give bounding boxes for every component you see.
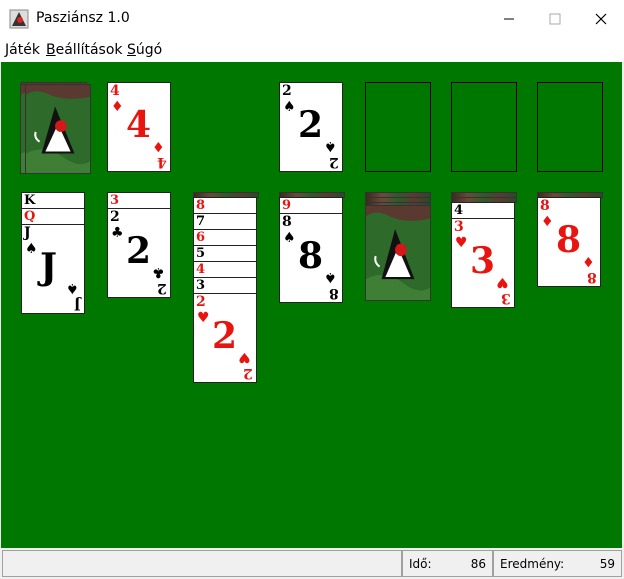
foundation-card[interactable]: 2 ♠ 2 2 ♠ (279, 82, 343, 172)
card-rank: 4 (454, 203, 464, 218)
foundation-slot[interactable] (451, 82, 517, 172)
foundation-slot[interactable] (537, 82, 603, 172)
game-table: 4 ♦ 4 4 ♦ 2 ♠ 2 2 ♠ K Q J ♠ J J ♠ 3 2 ♣ 2 2 ♣ 8 7 6 5 4 3 2 ♥ 2 2 ♥ 9 8 ♠ 8 8 ♠… (1, 62, 622, 548)
close-icon (595, 13, 607, 25)
tableau-top-card[interactable]: J ♠ J J ♠ (21, 224, 85, 314)
title-bar: Pasziánsz 1.0 (0, 0, 624, 38)
tableau-top-card[interactable]: 2 ♥ 2 2 ♥ (193, 293, 257, 383)
suit-icon: ♠ (283, 99, 296, 115)
card-rank: 3 (196, 278, 206, 293)
card-rank: 3 (110, 193, 120, 208)
suit-icon: ♥ (455, 235, 468, 251)
card-center-rank: 2 (126, 230, 152, 272)
status-bar: Idő: 86 Eredmény: 59 (0, 548, 624, 579)
card-center-rank: 8 (556, 219, 582, 261)
suit-icon-rotated: ♣ (152, 264, 165, 280)
card-rank: 6 (196, 230, 206, 245)
time-label: Idő: (409, 557, 432, 571)
tableau-top-card[interactable]: 8 ♠ 8 8 ♠ (279, 213, 343, 303)
card-rank-rotated: 2 (157, 280, 167, 296)
tableau-card-strip[interactable]: 8 (193, 197, 257, 214)
stock-card-back[interactable] (25, 84, 91, 174)
suit-icon-rotated: ♦ (152, 138, 165, 154)
card-rank-rotated: 2 (243, 365, 253, 381)
tableau-card-strip[interactable]: Q (21, 208, 85, 225)
close-button[interactable] (578, 0, 624, 38)
suit-icon-rotated: ♠ (66, 280, 79, 296)
card-rank: K (24, 193, 36, 208)
maximize-icon (549, 13, 561, 25)
suit-icon-rotated: ♠ (324, 138, 337, 154)
card-rank-rotated: J (74, 296, 81, 312)
maximize-button[interactable] (532, 0, 578, 38)
suit-icon: ♠ (283, 230, 296, 246)
tableau-card-back[interactable] (365, 205, 431, 301)
card-center-rank: 3 (470, 240, 496, 282)
tableau-card-strip[interactable]: 4 (193, 261, 257, 278)
suit-icon: ♣ (111, 225, 124, 241)
minimize-button[interactable] (486, 0, 532, 38)
card-rank: 8 (196, 198, 206, 213)
tableau-top-card[interactable]: 2 ♣ 2 2 ♣ (107, 208, 171, 298)
card-center-rank: 2 (298, 104, 324, 146)
tableau-card-strip[interactable]: 6 (193, 229, 257, 246)
suit-icon-rotated: ♥ (496, 274, 509, 290)
card-rank-rotated: 8 (329, 285, 339, 301)
card-rank: 8 (282, 214, 292, 230)
menu-item-help[interactable]: Súgó (127, 42, 162, 58)
card-rank: 2 (196, 294, 206, 310)
score-cell: Eredmény: 59 (493, 550, 622, 577)
card-center-rank: J (40, 246, 58, 288)
card-rank-rotated: 2 (329, 154, 339, 170)
suit-icon: ♦ (111, 99, 124, 115)
tableau-card-strip[interactable]: K (21, 192, 85, 209)
time-cell: Idő: 86 (402, 550, 493, 577)
suit-icon: ♦ (541, 214, 554, 230)
card-rank-rotated: 4 (157, 154, 167, 170)
card-rank-rotated: 8 (587, 269, 597, 285)
card-rank: 8 (540, 198, 550, 214)
suit-icon: ♠ (25, 241, 38, 257)
card-center-rank: 2 (212, 315, 238, 357)
foundation-slot[interactable] (365, 82, 431, 172)
tableau-card-strip[interactable]: 9 (279, 197, 343, 214)
card-rank: 2 (282, 83, 292, 99)
tableau-card-strip[interactable]: 5 (193, 245, 257, 262)
app-icon (9, 9, 29, 29)
suit-icon: ♥ (197, 310, 210, 326)
suit-icon-rotated: ♠ (324, 269, 337, 285)
time-value: 86 (470, 557, 486, 571)
card-rank: Q (24, 209, 36, 224)
waste-card[interactable]: 4 ♦ 4 4 ♦ (107, 82, 171, 172)
card-rank: 2 (110, 209, 120, 225)
tableau-card-strip[interactable]: 3 (107, 192, 171, 209)
window-title: Pasziánsz 1.0 (36, 10, 130, 26)
menu-item-settings[interactable]: Beállítások (46, 42, 123, 58)
card-rank: 5 (196, 246, 206, 261)
card-rank: 9 (282, 198, 292, 213)
suit-icon-rotated: ♥ (238, 349, 251, 365)
suit-icon-rotated: ♦ (582, 253, 595, 269)
tableau-card-strip[interactable]: 7 (193, 213, 257, 230)
minimize-icon (504, 18, 514, 20)
card-rank: 4 (110, 83, 120, 99)
duke-mascot-icon (26, 85, 90, 173)
menu-bar: Játék Beállítások Súgó (0, 38, 624, 62)
tableau-card-strip[interactable]: 4 (451, 202, 515, 219)
score-value: 59 (599, 557, 615, 571)
status-message-cell (2, 550, 402, 577)
card-rank: 4 (196, 262, 206, 277)
card-center-rank: 8 (298, 235, 324, 277)
card-rank: 3 (454, 219, 464, 235)
card-center-rank: 4 (126, 104, 152, 146)
tableau-top-card[interactable]: 8 ♦ 8 8 ♦ (537, 197, 601, 287)
tableau-top-card[interactable]: 3 ♥ 3 3 ♥ (451, 218, 515, 308)
duke-mascot-icon (366, 206, 430, 300)
score-label: Eredmény: (500, 557, 565, 571)
card-rank-rotated: 3 (501, 290, 511, 306)
card-rank: J (24, 225, 31, 241)
card-rank: 7 (196, 214, 206, 229)
tableau-card-strip[interactable]: 3 (193, 277, 257, 294)
menu-item-game[interactable]: Játék (5, 42, 40, 58)
